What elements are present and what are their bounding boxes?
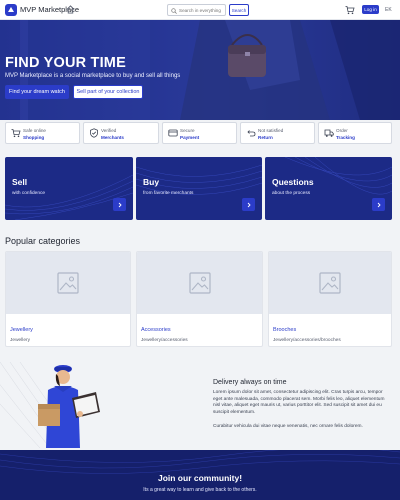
hero-title: FIND YOUR TIME bbox=[5, 55, 126, 71]
feature-label: Secure bbox=[180, 128, 195, 133]
category-path: Jewellery bbox=[10, 338, 30, 343]
feature-value: Tracking bbox=[336, 135, 355, 140]
community-subtitle: Its a great way to learn and give back t… bbox=[143, 487, 257, 493]
card-title: Buy bbox=[143, 177, 160, 187]
category-card-accessories[interactable]: Accessories Jewellery/accessories bbox=[136, 251, 263, 347]
delivery-paragraph: Lorem ipsum dolor sit amet, consectetur … bbox=[213, 390, 385, 415]
card-subtitle: from favorite merchants bbox=[143, 191, 194, 196]
sell-collection-button[interactable]: Sell part of your collection bbox=[73, 85, 143, 99]
home-icon[interactable] bbox=[66, 5, 75, 14]
feature-label: Order bbox=[336, 128, 348, 133]
community-title: Join our community! bbox=[157, 473, 243, 483]
logo-icon[interactable] bbox=[5, 4, 17, 16]
feature-label: Not satisfied bbox=[258, 128, 284, 133]
feature-secure-payment: Secure Payment bbox=[162, 122, 237, 144]
category-path: Jewellery/accessories bbox=[141, 338, 188, 343]
search-box[interactable] bbox=[167, 4, 226, 16]
community-banner: Join our community! Its a great way to l… bbox=[0, 450, 400, 500]
features-strip: Safe online Shopping Verified Merchants … bbox=[5, 122, 392, 144]
tracking-icon bbox=[324, 129, 334, 137]
sell-card[interactable]: Sell with confidence bbox=[5, 157, 133, 220]
image-placeholder-icon bbox=[188, 272, 211, 294]
buy-card[interactable]: Buy from favorite merchants bbox=[136, 157, 262, 220]
search-input[interactable] bbox=[179, 5, 225, 15]
chevron-right-icon[interactable] bbox=[372, 198, 385, 211]
image-placeholder-icon bbox=[319, 272, 341, 294]
language-selector[interactable]: EK bbox=[385, 7, 392, 13]
verified-badge-icon bbox=[90, 128, 98, 138]
top-navbar: MVP Marketplace Search Log in EK bbox=[0, 0, 400, 20]
hero-subtitle: MVP Marketplace is a social marketplace … bbox=[5, 73, 181, 79]
feature-order-tracking: Order Tracking bbox=[318, 122, 392, 144]
search-icon bbox=[171, 7, 177, 14]
cart-icon bbox=[11, 129, 21, 138]
feature-value: Return bbox=[258, 135, 273, 140]
feature-label: Verified bbox=[101, 128, 117, 133]
category-image-placeholder bbox=[6, 252, 130, 314]
category-image-placeholder bbox=[137, 252, 262, 314]
category-path: Jewellery/accessories/brooches bbox=[273, 338, 341, 343]
hero-banner: FIND YOUR TIME MVP Marketplace is a soci… bbox=[0, 20, 400, 120]
cart-icon[interactable] bbox=[345, 5, 355, 15]
credit-card-icon bbox=[168, 129, 178, 137]
card-title: Questions bbox=[272, 177, 314, 187]
chevron-right-icon[interactable] bbox=[242, 198, 255, 211]
search-button[interactable]: Search bbox=[229, 4, 249, 16]
card-title: Sell bbox=[12, 177, 28, 187]
card-subtitle: with confidence bbox=[12, 191, 46, 196]
feature-safe-shopping: Safe online Shopping bbox=[5, 122, 80, 144]
feature-verified-merchants: Verified Merchants bbox=[83, 122, 159, 144]
delivery-person-illustration bbox=[0, 362, 100, 448]
find-dream-watch-button[interactable]: Find your dream watch bbox=[5, 85, 69, 99]
feature-value: Merchants bbox=[101, 135, 124, 140]
feature-value: Shopping bbox=[23, 135, 45, 140]
login-button[interactable]: Log in bbox=[362, 5, 379, 14]
category-card-jewellery[interactable]: Jewellery Jewellery bbox=[5, 251, 131, 347]
category-name[interactable]: Jewellery bbox=[10, 327, 33, 333]
popular-categories-title: Popular categories bbox=[5, 236, 81, 246]
feature-label: Safe online bbox=[23, 128, 46, 133]
feature-return: Not satisfied Return bbox=[240, 122, 315, 144]
category-name[interactable]: Accessories bbox=[141, 327, 171, 333]
feature-value: Payment bbox=[180, 135, 200, 140]
return-icon bbox=[247, 130, 256, 137]
questions-card[interactable]: Questions about the process bbox=[265, 157, 392, 220]
card-subtitle: about the process bbox=[272, 191, 311, 196]
delivery-title: Delivery always on time bbox=[213, 379, 287, 386]
category-card-brooches[interactable]: Brooches Jewellery/accessories/brooches bbox=[268, 251, 392, 347]
category-name[interactable]: Brooches bbox=[273, 327, 296, 333]
category-image-placeholder bbox=[269, 252, 391, 314]
image-placeholder-icon bbox=[57, 272, 79, 294]
chevron-right-icon[interactable] bbox=[113, 198, 126, 211]
delivery-paragraph-secondary: Curabitur vehicula dui vitae neque venen… bbox=[213, 424, 363, 429]
